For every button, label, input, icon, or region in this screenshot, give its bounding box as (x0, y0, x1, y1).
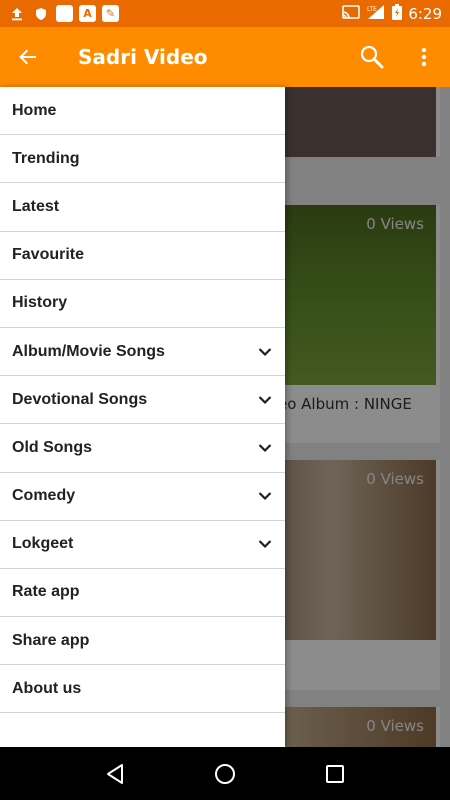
cast-icon (342, 4, 361, 23)
drawer-item-rate-app[interactable]: Rate app (0, 569, 285, 618)
battery-charging-icon (392, 3, 403, 24)
lte-signal-icon: LTE (366, 4, 386, 24)
more-options-button[interactable] (398, 27, 450, 87)
app-title: Sadri Video (78, 45, 208, 69)
nav-home-button[interactable] (205, 754, 245, 794)
app-bar: Sadri Video (0, 27, 450, 87)
triangle-back-icon (107, 763, 123, 784)
drawer-item-label: History (12, 294, 68, 312)
drawer-item-label: Home (12, 101, 57, 119)
notification-icons: A ✎ (8, 5, 119, 23)
drawer-item-comedy[interactable]: Comedy (0, 473, 285, 521)
drawer-item-label: Trending (12, 149, 80, 167)
drawer-item-home[interactable]: Home (0, 87, 285, 136)
status-bar: A ✎ LTE 6:29 (0, 0, 450, 27)
chevron-down-icon[interactable] (257, 440, 273, 456)
chevron-down-icon[interactable] (257, 344, 273, 360)
drawer-item-old-songs[interactable]: Old Songs (0, 424, 285, 473)
drawer-item-latest[interactable]: Latest (0, 183, 285, 232)
drawer-item-lokgeet[interactable]: Lokgeet (0, 521, 285, 569)
app-square-icon (56, 5, 73, 22)
app-leaf-icon: ✎ (102, 5, 119, 22)
app-actions (346, 27, 450, 87)
square-recents-icon (326, 764, 344, 783)
clock: 6:29 (408, 4, 442, 23)
svg-text:LTE: LTE (367, 6, 377, 13)
drawer-item-label: Comedy (12, 487, 76, 505)
drawer-item-label: Album/Movie Songs (12, 342, 165, 360)
drawer-item-devotional-songs[interactable]: Devotional Songs (0, 376, 285, 425)
drawer-item-favourite[interactable]: Favourite (0, 232, 285, 280)
drawer-item-trending[interactable]: Trending (0, 135, 285, 184)
app-a-icon: A (79, 5, 96, 22)
drawer-item-album-movie-songs[interactable]: Album/Movie Songs (0, 328, 285, 377)
drawer-item-about-us[interactable]: About us (0, 665, 285, 714)
shield-icon (32, 5, 50, 23)
drawer-item-label: Rate app (12, 583, 80, 601)
upload-icon (8, 5, 26, 23)
circle-home-icon (215, 763, 235, 784)
drawer-item-label: Lokgeet (12, 535, 74, 553)
system-navigation-bar (0, 747, 450, 800)
drawer-item-share-app[interactable]: Share app (0, 617, 285, 666)
drawer-item-label: About us (12, 679, 82, 697)
drawer-item-history[interactable]: History (0, 280, 285, 328)
drawer-item-label: Devotional Songs (12, 390, 148, 408)
search-icon (360, 45, 384, 69)
chevron-down-icon[interactable] (257, 488, 273, 504)
navigation-drawer: Home Trending Latest Favourite History Album/… (0, 87, 285, 747)
drawer-item-label: Favourite (12, 246, 85, 264)
search-button[interactable] (346, 27, 398, 87)
nav-recents-button[interactable] (315, 754, 355, 794)
chevron-down-icon[interactable] (257, 392, 273, 408)
system-status: LTE 6:29 (342, 3, 442, 24)
more-vert-icon (421, 47, 427, 67)
drawer-item-label: Share app (12, 631, 90, 649)
nav-back-button[interactable] (95, 754, 135, 794)
drawer-item-label: Old Songs (12, 438, 92, 456)
chevron-down-icon[interactable] (257, 536, 273, 552)
back-button[interactable] (0, 27, 56, 87)
arrow-back-icon (19, 49, 36, 65)
drawer-item-label: Latest (12, 197, 60, 215)
